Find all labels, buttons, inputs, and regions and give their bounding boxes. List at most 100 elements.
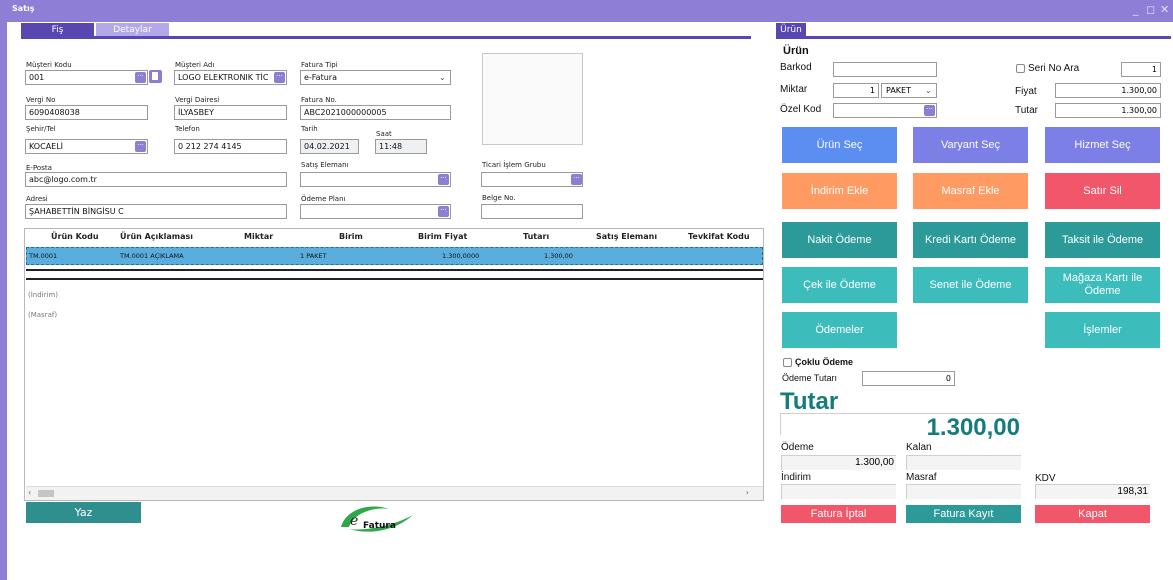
scroll-left-icon[interactable]: ‹ [28, 488, 31, 497]
odeme-tutari-field[interactable]: 0 [862, 371, 955, 386]
ozel-kod-field[interactable] [833, 103, 937, 118]
fatura-iptal-button[interactable]: Fatura İptal [781, 505, 896, 523]
odemeler-button[interactable]: Ödemeler [782, 312, 897, 348]
column-header[interactable]: Ürün Kodu [51, 232, 99, 241]
vergi-dairesi-field[interactable]: İLYASBEY [174, 105, 287, 120]
column-header[interactable]: Satış Elemanı [596, 232, 657, 241]
musteri-adi-field[interactable]: LOGO ELEKTRONIK TİC [174, 70, 287, 85]
window-left-edge [0, 22, 7, 580]
fiyat-label: Fiyat [1015, 86, 1037, 97]
cell-tutari: 1.300,00 [544, 252, 573, 260]
fatura-no-field[interactable]: ABC2021000000005 [300, 105, 451, 120]
column-header[interactable]: Miktar [244, 232, 273, 241]
coklu-odeme-label: Çoklu Ödeme [795, 357, 854, 367]
scroll-thumb[interactable] [38, 490, 54, 497]
musteri-kodu-lookup-button[interactable]: ··· [135, 72, 146, 83]
tab-underline [776, 36, 1171, 39]
vergi-no-field[interactable]: 6090408038 [25, 105, 148, 120]
fiyat-field[interactable]: 1.300,00 [1055, 83, 1161, 98]
grid-header: Ürün Kodu Ürün Açıklaması Miktar Birim B… [25, 229, 763, 245]
cell-birim-fiyat: 1.300,0000 [442, 252, 480, 260]
satis-elemani-lookup-button[interactable]: ··· [438, 174, 449, 185]
window-title: Satış [12, 4, 35, 13]
tab-detaylar[interactable]: Detaylar [96, 23, 169, 37]
odeme-plani-lookup-button[interactable]: ··· [438, 206, 449, 217]
restore-icon[interactable]: ◻ [1146, 3, 1155, 16]
seri-no-ara-checkbox[interactable] [1016, 64, 1025, 73]
musteri-adi-label: Müşteri Adı [175, 61, 215, 69]
kredi-karti-odeme-button[interactable]: Kredi Kartı Ödeme [913, 222, 1028, 258]
cell-birim: 1 PAKET [300, 252, 327, 260]
odeme-label: Ödeme [781, 442, 814, 453]
horizontal-scrollbar[interactable]: ‹ › [26, 486, 763, 500]
e-fatura-logo: e Fatura [339, 501, 419, 535]
urun-sec-button[interactable]: Ürün Seç [782, 127, 897, 163]
column-header[interactable]: Birim [339, 232, 363, 241]
hizmet-sec-button[interactable]: Hizmet Seç [1045, 127, 1160, 163]
masraf-ekle-button[interactable]: Masraf Ekle [913, 173, 1028, 209]
chevron-down-icon[interactable]: ⌄ [439, 73, 446, 82]
column-header[interactable]: Tutarı [523, 232, 549, 241]
sehir-field[interactable]: KOCAELİ [25, 139, 148, 154]
table-row[interactable]: TM.0001 TM.0001 AÇIKLAMA 1 PAKET 1.300,0… [26, 247, 763, 265]
miktar-field[interactable]: 1 [833, 83, 879, 98]
title-bar: Satış _ ◻ ✕ [0, 0, 1173, 22]
satir-sil-button[interactable]: Satır Sil [1045, 173, 1160, 209]
sehir-lookup-button[interactable]: ··· [135, 141, 146, 152]
taksit-ile-odeme-button[interactable]: Taksit ile Ödeme [1045, 222, 1160, 258]
seri-no-field[interactable]: 1 [1121, 62, 1161, 77]
fatura-kayit-button[interactable]: Fatura Kayıt [906, 505, 1021, 523]
satis-elemani-field[interactable] [300, 172, 451, 187]
total-value: 1.300,00 [926, 414, 1020, 441]
cell-urun-kodu: TM.0001 [29, 252, 58, 260]
indirim-label: İndirim [781, 472, 812, 483]
logo-word-fatura: Fatura [363, 521, 396, 531]
document-icon[interactable] [149, 70, 162, 83]
telefon-field[interactable]: 0 212 274 4145 [174, 139, 287, 154]
kdv-value: 198,31 [1035, 484, 1150, 499]
cek-ile-odeme-button[interactable]: Çek ile Ödeme [782, 267, 897, 303]
telefon-label: Telefon [175, 125, 200, 133]
islemler-button[interactable]: İşlemler [1045, 312, 1160, 348]
magaza-karti-ile-odeme-button[interactable]: Mağaza Kartı ile Ödeme [1045, 267, 1160, 303]
nakit-odeme-button[interactable]: Nakit Ödeme [782, 222, 897, 258]
scroll-right-icon[interactable]: › [746, 488, 749, 497]
close-icon[interactable]: ✕ [1160, 3, 1169, 16]
ticari-islem-grubu-lookup-button[interactable]: ··· [571, 174, 582, 185]
grid-separator [26, 278, 763, 280]
fatura-tipi-select[interactable]: e-Fatura [300, 70, 451, 85]
belge-no-field[interactable] [481, 204, 583, 219]
senet-ile-odeme-button[interactable]: Senet ile Ödeme [913, 267, 1028, 303]
barkod-field[interactable] [833, 62, 937, 77]
tarih-label: Tarih [301, 125, 318, 133]
e-posta-field[interactable]: abc@logo.com.tr [25, 172, 287, 187]
chevron-down-icon[interactable]: ⌄ [925, 86, 932, 95]
masraf-label: Masraf [906, 472, 937, 483]
ozel-kod-lookup-button[interactable]: ··· [924, 105, 935, 116]
tab-underline [21, 36, 751, 39]
column-header[interactable]: Ürün Açıklaması [120, 232, 193, 241]
kapat-button[interactable]: Kapat [1035, 505, 1150, 523]
minimize-icon[interactable]: _ [1133, 3, 1139, 16]
tab-urun[interactable]: Ürün [776, 23, 806, 37]
coklu-odeme-checkbox[interactable] [783, 358, 792, 367]
yaz-button[interactable]: Yaz [26, 502, 141, 523]
column-header[interactable]: Birim Fiyat [418, 232, 467, 241]
odeme-plani-field[interactable] [300, 204, 451, 219]
tab-fis[interactable]: Fiş [21, 23, 94, 37]
sehir-tel-label: Şehir/Tel [26, 125, 56, 133]
column-header[interactable]: Tevkifat Kodu [688, 232, 750, 241]
barkod-label: Barkod [780, 62, 812, 73]
odeme-tutari-label: Ödeme Tutarı [782, 373, 838, 383]
tarih-field[interactable]: 04.02.2021 [300, 139, 359, 154]
indirim-ekle-button[interactable]: İndirim Ekle [782, 173, 897, 209]
tutar-field[interactable]: 1.300,00 [1055, 103, 1161, 118]
ticari-islem-grubu-field[interactable] [481, 172, 583, 187]
musteri-kodu-field[interactable]: 001 [25, 70, 148, 85]
saat-field[interactable]: 11:48 [375, 139, 427, 154]
varyant-sec-button[interactable]: Varyant Seç [913, 127, 1028, 163]
adresi-field[interactable]: ŞAHABETTİN BİNGİSU C [25, 204, 287, 219]
musteri-adi-lookup-button[interactable]: ··· [274, 72, 285, 83]
urun-heading: Ürün [783, 45, 809, 57]
kalan-value [906, 455, 1021, 470]
